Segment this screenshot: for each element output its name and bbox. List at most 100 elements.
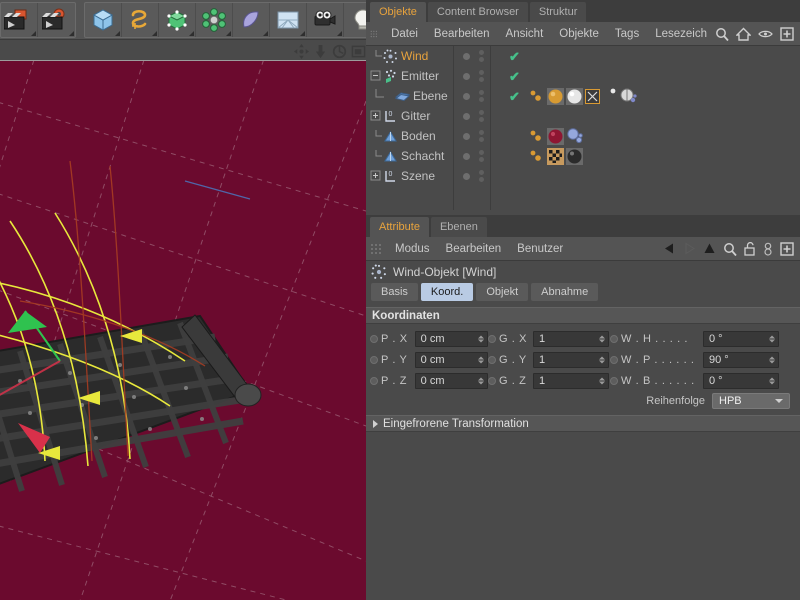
tree-row-wind[interactable]: Wind — [366, 49, 453, 64]
menu-bearbeiten[interactable]: Bearbeiten — [438, 237, 510, 261]
add-generator-button[interactable] — [159, 2, 196, 37]
visibility-dot[interactable] — [463, 112, 470, 120]
wb-input[interactable]: 0 ° — [703, 372, 779, 389]
render-dots[interactable] — [479, 70, 484, 82]
order-dropdown[interactable]: HPB — [712, 393, 790, 409]
tag-list[interactable] — [523, 147, 583, 165]
home-icon[interactable] — [736, 27, 751, 41]
add-deformer-button[interactable] — [233, 2, 270, 37]
visibility-dot[interactable] — [463, 72, 470, 80]
viewport-rotate-icon[interactable] — [332, 44, 347, 59]
table-row[interactable]: Wind ✔ — [366, 46, 800, 66]
table-row[interactable]: Schacht — [366, 146, 800, 166]
dots-tag-icon[interactable] — [529, 148, 545, 164]
render-dots[interactable] — [479, 90, 484, 102]
tab-attribute[interactable]: Attribute — [370, 217, 429, 237]
dots-tag-2-icon[interactable] — [602, 88, 618, 104]
row-toggles[interactable] — [453, 150, 509, 162]
tab-ebenen[interactable]: Ebenen — [430, 217, 487, 237]
wb-spinner[interactable] — [769, 377, 775, 384]
pz-radio[interactable] — [370, 376, 378, 385]
render-settings-button[interactable] — [38, 3, 75, 37]
add-cube-button[interactable] — [85, 2, 122, 37]
viewport-move-icon[interactable] — [294, 43, 309, 59]
unlock-padlock-icon[interactable] — [744, 241, 756, 256]
row-toggles[interactable] — [453, 90, 509, 102]
render-dots[interactable] — [479, 170, 484, 182]
gy-radio[interactable] — [488, 355, 496, 364]
subtab-abnahme[interactable]: Abnahme — [531, 283, 599, 301]
row-toggles[interactable] — [453, 130, 509, 142]
subtab-basis[interactable]: Basis — [371, 283, 418, 301]
viewport-maximize-icon[interactable] — [351, 44, 366, 59]
3d-viewport[interactable] — [0, 60, 366, 600]
tree-row-gitter[interactable]: 0 Gitter — [366, 109, 453, 124]
gx-spinner[interactable] — [599, 335, 605, 342]
plus-box-icon[interactable] — [780, 26, 794, 41]
gy-input[interactable]: 1 — [533, 351, 609, 368]
gz-radio[interactable] — [488, 376, 496, 385]
red-material-tag-icon[interactable] — [547, 127, 564, 145]
phong-tag-icon[interactable] — [620, 88, 637, 105]
gz-input[interactable]: 1 — [533, 372, 609, 389]
table-row[interactable]: 0 Szene — [366, 166, 800, 186]
add-spline-button[interactable] — [122, 2, 159, 37]
white-material-tag-icon[interactable] — [566, 87, 583, 105]
px-radio[interactable] — [370, 334, 378, 343]
wp-spinner[interactable] — [769, 356, 775, 363]
expand-expander-icon[interactable] — [370, 170, 382, 182]
panel-grip-icon[interactable] — [370, 243, 381, 255]
visibility-dot[interactable] — [463, 172, 470, 180]
render-view-button[interactable] — [1, 2, 38, 37]
pz-input[interactable]: 0 cm — [414, 372, 488, 389]
eye-icon[interactable] — [758, 28, 773, 40]
gz-spinner[interactable] — [599, 377, 605, 384]
row-toggles[interactable] — [453, 70, 509, 82]
visibility-dot[interactable] — [463, 132, 470, 140]
checker-material-tag-icon[interactable] — [547, 147, 564, 165]
render-dots[interactable] — [479, 50, 484, 62]
add-camera-button[interactable] — [307, 2, 344, 37]
py-input[interactable]: 0 cm — [414, 351, 488, 368]
frozen-transform-section[interactable]: Eingefrorene Transformation — [366, 415, 800, 432]
row-toggles[interactable] — [453, 170, 509, 182]
visibility-dot[interactable] — [463, 92, 470, 100]
wh-radio[interactable] — [610, 334, 618, 343]
menu-modus[interactable]: Modus — [387, 237, 438, 261]
menu-lesezeichen[interactable]: Lesezeich — [647, 22, 715, 46]
tab-objekte[interactable]: Objekte — [370, 2, 426, 22]
subtab-objekt[interactable]: Objekt — [476, 283, 529, 301]
enabled-check-icon[interactable]: ✔ — [509, 50, 523, 63]
menu-datei[interactable]: Datei — [383, 22, 426, 46]
enabled-check-icon[interactable]: ✔ — [509, 90, 523, 103]
wh-spinner[interactable] — [769, 335, 775, 342]
blue-compositing-tag-icon[interactable] — [566, 127, 583, 145]
tree-row-schacht[interactable]: Schacht — [366, 149, 453, 163]
up-arrow-icon[interactable] — [703, 242, 716, 255]
dots-tag-icon[interactable] — [529, 128, 545, 144]
menu-bearbeiten[interactable]: Bearbeiten — [426, 22, 498, 46]
py-radio[interactable] — [370, 355, 378, 364]
orange-material-tag-icon[interactable] — [547, 87, 564, 105]
add-scene-button[interactable] — [270, 2, 307, 37]
plus-box-icon[interactable] — [780, 241, 794, 256]
menu-benutzer[interactable]: Benutzer — [509, 237, 571, 261]
visibility-dot[interactable] — [463, 52, 470, 60]
gy-spinner[interactable] — [599, 356, 605, 363]
texture-axis-tag-icon[interactable] — [585, 88, 600, 104]
gx-radio[interactable] — [488, 334, 496, 343]
link-chain-icon[interactable] — [763, 242, 773, 256]
visibility-dot[interactable] — [463, 152, 470, 160]
panel-grip-icon[interactable] — [370, 28, 378, 40]
enabled-check-icon[interactable]: ✔ — [509, 70, 523, 83]
forward-arrow-icon[interactable] — [683, 242, 696, 255]
search-icon[interactable] — [715, 27, 729, 41]
render-dots[interactable] — [479, 110, 484, 122]
px-spinner[interactable] — [478, 335, 484, 342]
wh-input[interactable]: 0 ° — [703, 330, 779, 347]
wb-radio[interactable] — [610, 376, 618, 385]
dots-tag-icon[interactable] — [529, 88, 545, 104]
wp-radio[interactable] — [610, 355, 618, 364]
py-spinner[interactable] — [478, 356, 484, 363]
object-tree[interactable]: Wind ✔ Emitter ✔ Ebene ✔ 0 Gitter Boden … — [366, 46, 800, 210]
